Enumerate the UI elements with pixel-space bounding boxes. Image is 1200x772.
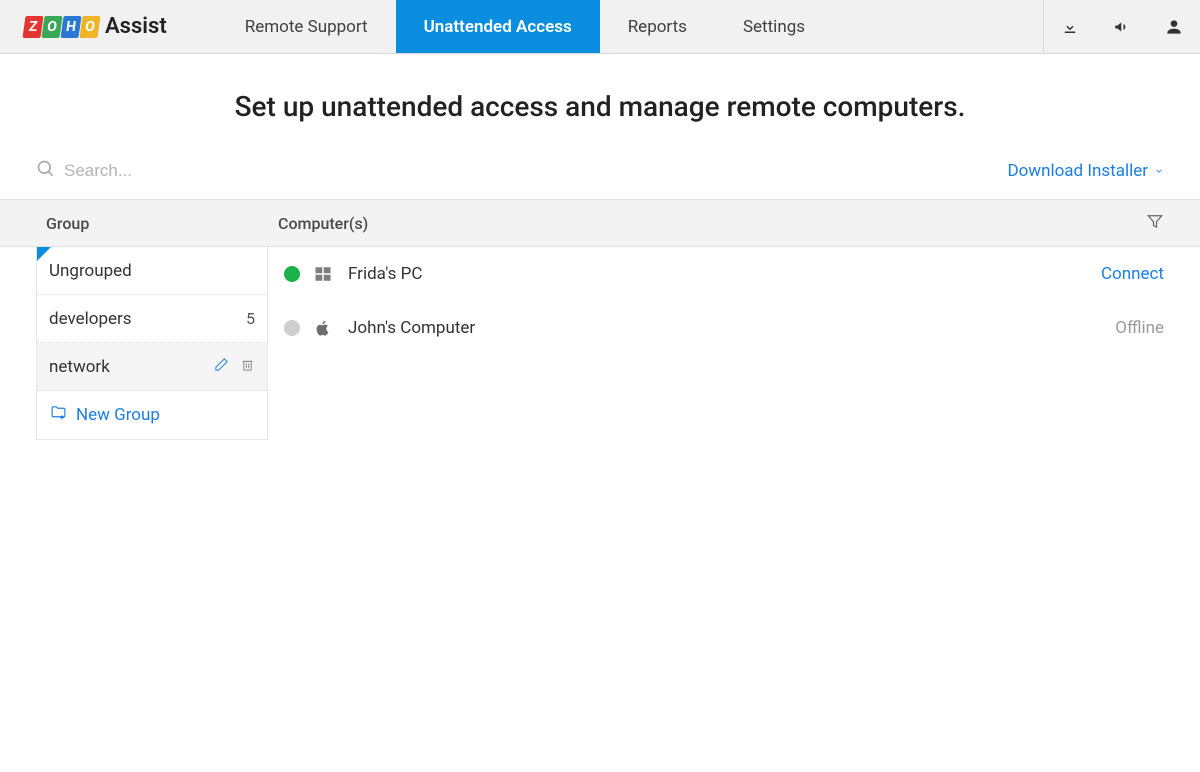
profile-icon[interactable] [1148,0,1200,53]
delete-icon[interactable] [240,356,255,378]
new-group-label: New Group [76,405,160,425]
group-label: developers [49,309,132,329]
status-offline-icon [284,320,300,336]
new-group-button[interactable]: New Group [37,391,267,439]
computer-row: John's Computer Offline [278,301,1164,355]
header-computers: Computer(s) [278,214,1146,233]
computers-list: Frida's PC Connect John's Computer Offli… [268,247,1164,440]
toolbar: Download Installer [0,151,1200,191]
groups-sidebar: Ungrouped developers 5 network New Group [36,247,268,440]
group-item-ungrouped[interactable]: Ungrouped [37,247,267,295]
edit-icon[interactable] [213,356,230,378]
group-label: Ungrouped [49,261,132,281]
download-installer-label: Download Installer [1007,161,1148,181]
group-item-developers[interactable]: developers 5 [37,295,267,343]
page-title: Set up unattended access and manage remo… [0,54,1200,151]
column-headers: Group Computer(s) [0,199,1200,247]
windows-icon [314,265,334,283]
logo[interactable]: Z O H O Assist [0,0,187,53]
topbar-right [1043,0,1200,53]
computer-name: John's Computer [348,318,1115,338]
main-nav: Remote Support Unattended Access Reports… [217,0,833,53]
content-area: Ungrouped developers 5 network New Group [0,247,1200,440]
nav-unattended-access[interactable]: Unattended Access [396,0,600,53]
top-nav-bar: Z O H O Assist Remote Support Unattended… [0,0,1200,54]
header-group: Group [46,214,278,233]
folder-plus-icon [49,404,68,426]
chevron-down-icon [1154,161,1164,181]
status-online-icon [284,266,300,282]
group-item-network[interactable]: network [37,343,267,391]
group-count: 5 [246,309,255,328]
apple-icon [314,318,334,338]
announcements-icon[interactable] [1096,0,1148,53]
download-installer-link[interactable]: Download Installer [1007,161,1164,181]
offline-label: Offline [1115,318,1164,338]
nav-remote-support[interactable]: Remote Support [217,0,396,53]
computer-row: Frida's PC Connect [278,247,1164,301]
connect-button[interactable]: Connect [1101,264,1164,284]
filter-icon[interactable] [1146,212,1164,234]
group-label: network [49,357,110,377]
nav-reports[interactable]: Reports [600,0,715,53]
search-input[interactable] [64,161,324,181]
download-icon[interactable] [1044,0,1096,53]
search-icon [36,159,56,183]
logo-assist-text: Assist [105,14,167,39]
search-wrap [36,159,324,183]
zoho-logo-icon: Z O H O [24,16,99,38]
nav-settings[interactable]: Settings [715,0,833,53]
computer-name: Frida's PC [348,264,1101,284]
